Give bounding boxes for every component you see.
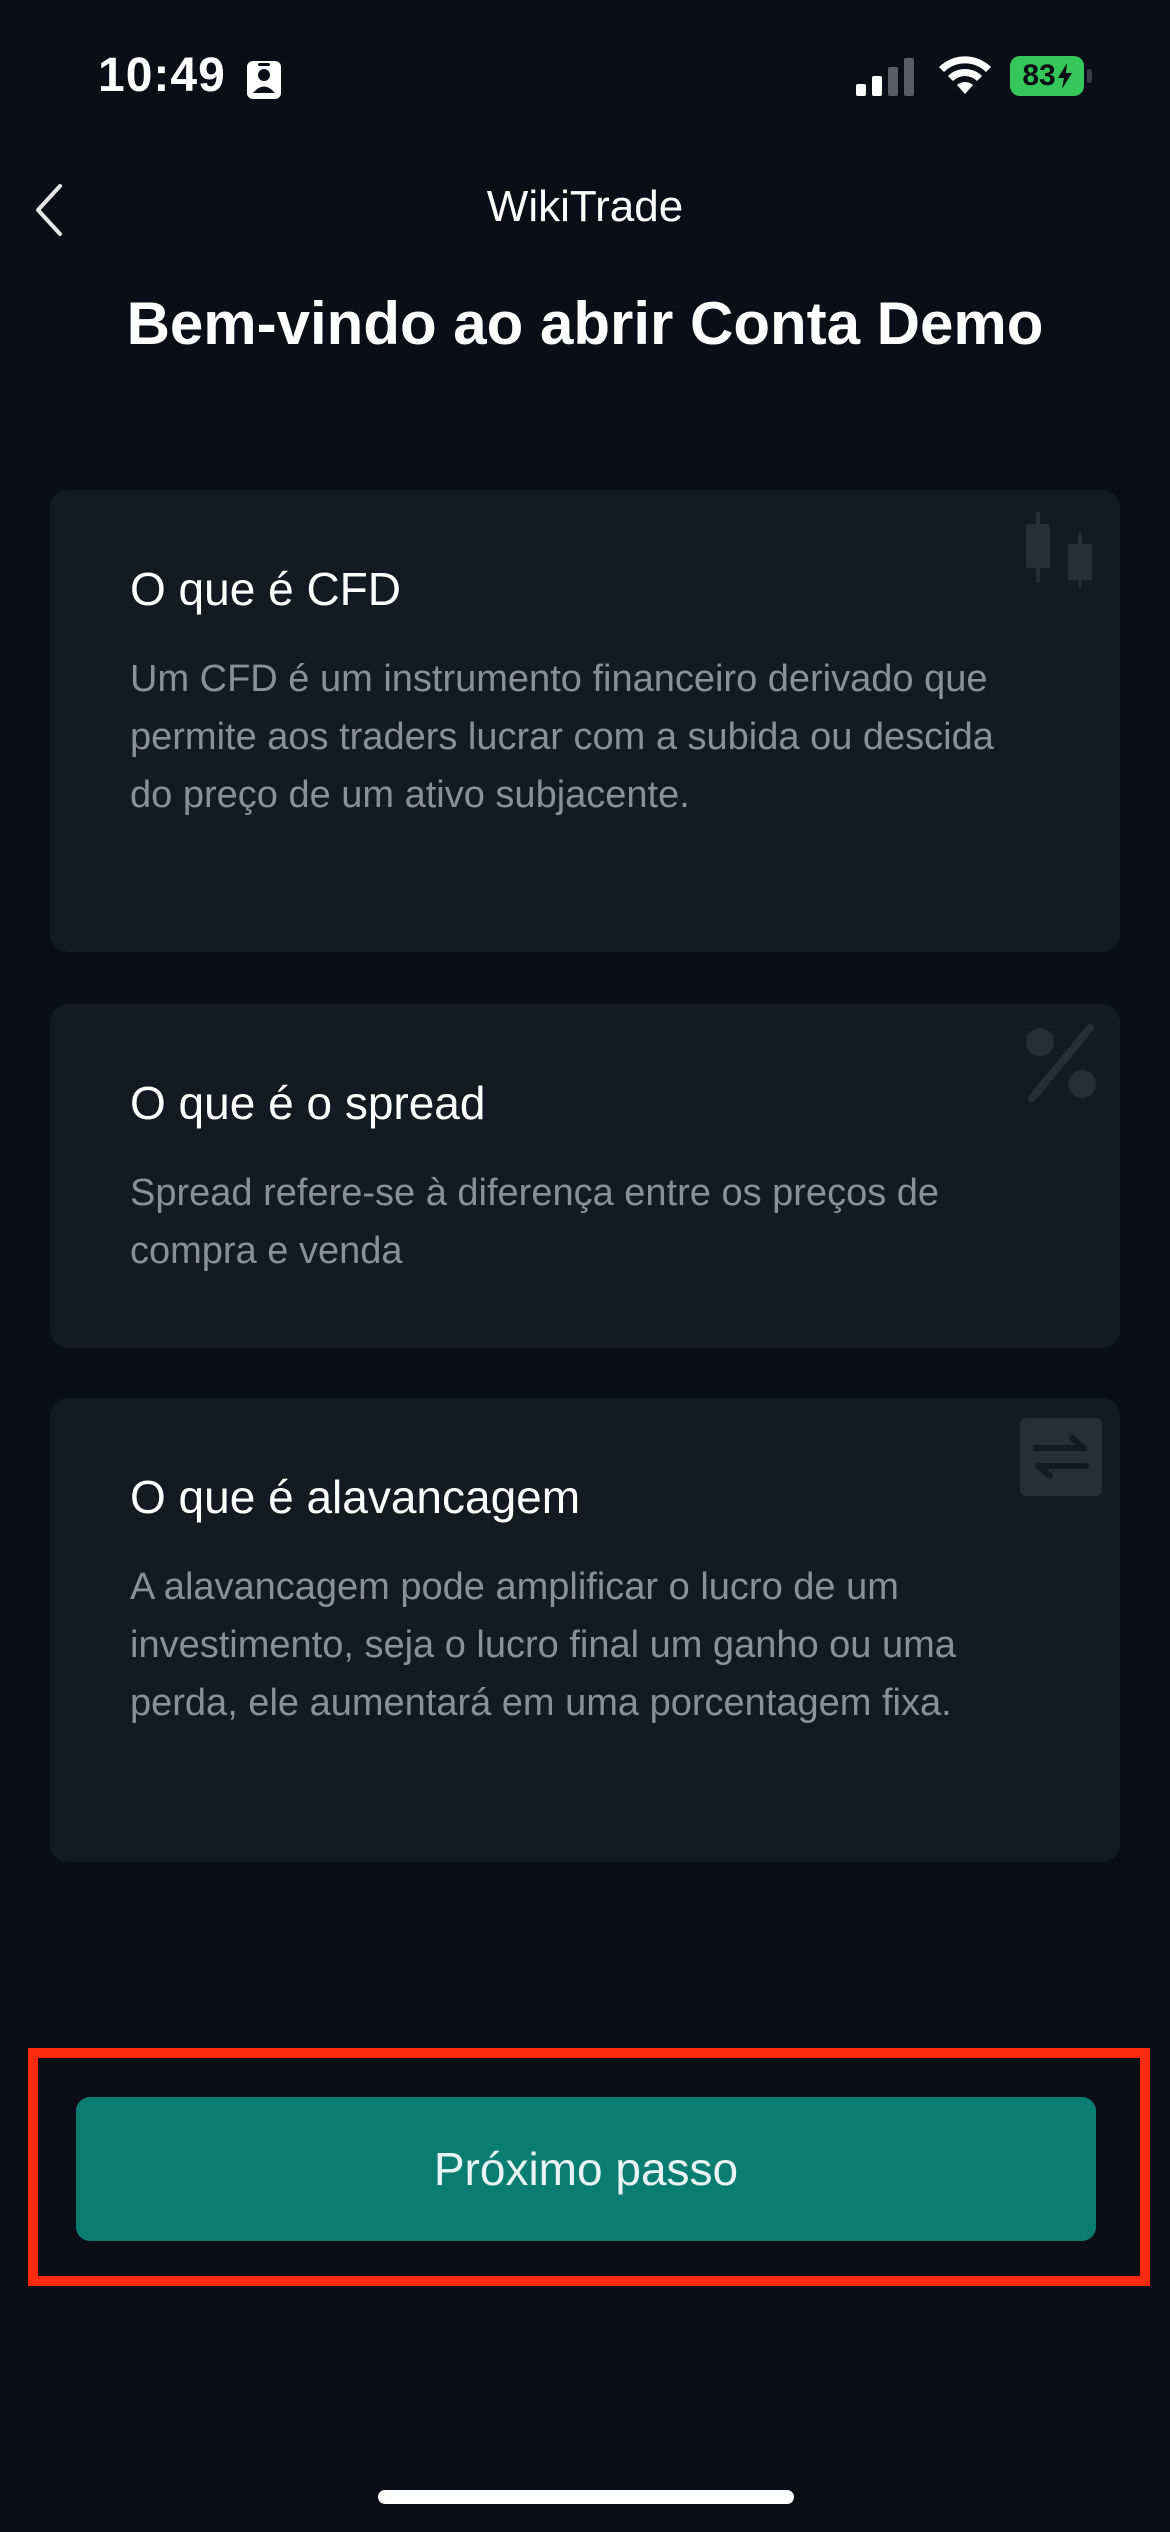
status-bar: 10:49 83 [0,0,1170,160]
battery-level: 83 [1010,56,1084,96]
info-card-cfd: O que é CFD Um CFD é um instrumento fina… [50,490,1120,952]
card-description: Spread refere-se à diferença entre os pr… [130,1172,940,1272]
swap-arrows-icon [1020,1418,1102,1496]
card-description: Um CFD é um instrumento financeiro deriv… [130,658,994,816]
cellular-signal-icon [856,58,914,96]
contact-card-icon [247,61,281,99]
screen: 10:49 83 WikiTrade Bem-vindo ao abrir Co… [0,0,1170,2532]
battery-cap [1087,69,1092,83]
card-title: O que é CFD [130,563,401,615]
next-step-button[interactable]: Próximo passo [76,2097,1096,2241]
wifi-icon [939,56,991,94]
charging-bolt-icon [1057,63,1072,89]
percent-icon [1026,1024,1096,1102]
card-title: O que é o spread [130,1077,486,1129]
battery-percent: 83 [1022,59,1056,92]
home-indicator[interactable] [378,2490,794,2504]
info-card-leverage: O que é alavancagem A alavancagem pode a… [50,1398,1120,1862]
candlestick-icon [1026,512,1092,588]
nav-title: WikiTrade [486,182,684,231]
nav-bar: WikiTrade [0,160,1170,260]
info-card-spread: O que é o spread Spread refere-se à dife… [50,1004,1120,1348]
card-title: O que é alavancagem [130,1471,581,1523]
status-time: 10:49 [98,49,226,102]
battery-indicator: 83 [1010,56,1092,96]
card-description: A alavancagem pode amplificar o lucro de… [130,1566,956,1724]
page-title: Bem-vindo ao abrir Conta Demo [126,290,1044,357]
